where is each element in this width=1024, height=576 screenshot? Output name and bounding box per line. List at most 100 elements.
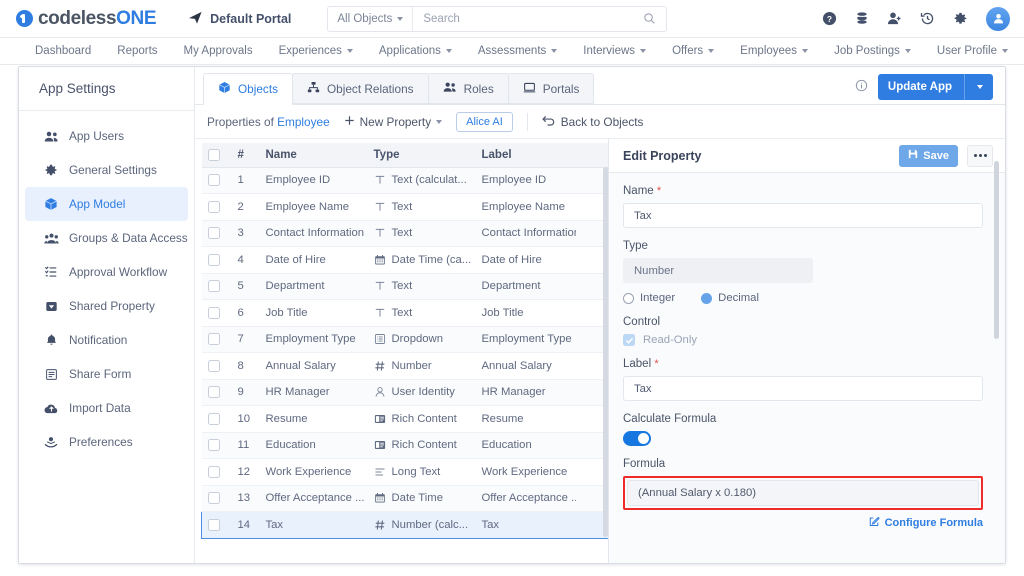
table-row[interactable]: 14 Tax Number (calc... Tax <box>201 511 609 539</box>
row-checkbox[interactable] <box>207 359 220 372</box>
brand-logo[interactable]: codelessONE <box>16 8 157 30</box>
row-select-cell[interactable] <box>201 326 232 353</box>
row-checkbox[interactable] <box>207 227 220 240</box>
help-icon[interactable]: ? <box>822 11 837 26</box>
row-checkbox[interactable] <box>207 200 220 213</box>
table-row[interactable]: 6 Job Title Text Job Title <box>201 299 609 327</box>
row-select-cell[interactable] <box>201 220 232 247</box>
table-row[interactable]: 12 Work Experience Long Text Work Experienc… <box>201 458 609 486</box>
search-scope-select[interactable]: All Objects <box>328 6 414 31</box>
menu-item-job-postings[interactable]: Job Postings <box>821 38 924 64</box>
new-property-button[interactable]: New Property <box>344 115 443 129</box>
tab-object-relations[interactable]: Object Relations <box>292 73 429 104</box>
history-icon[interactable] <box>920 11 935 26</box>
row-select-cell[interactable] <box>201 246 232 274</box>
edit-panel-scrollbar[interactable] <box>994 161 999 339</box>
sidebar-item-shared-property[interactable]: Shared Property <box>25 289 188 323</box>
update-app-button[interactable]: Update App <box>877 74 993 100</box>
chevron-down-icon[interactable] <box>977 85 983 89</box>
row-checkbox[interactable] <box>207 174 220 187</box>
row-select-cell[interactable] <box>201 193 232 221</box>
sidebar-item-general-settings[interactable]: General Settings <box>25 153 188 187</box>
save-button[interactable]: Save <box>899 144 958 167</box>
menu-item-my-approvals[interactable]: My Approvals <box>171 38 266 64</box>
back-to-objects-button[interactable]: Back to Objects <box>542 114 643 129</box>
table-row[interactable]: 5 Department Text Department <box>201 273 609 300</box>
menu-item-assessments[interactable]: Assessments <box>465 38 570 64</box>
row-select-cell[interactable] <box>201 458 232 486</box>
row-select-cell[interactable] <box>201 273 232 300</box>
tab-portals[interactable]: Portals <box>507 73 595 104</box>
row-select-cell[interactable] <box>201 485 232 512</box>
calculate-formula-toggle[interactable] <box>623 431 651 446</box>
tab-roles[interactable]: Roles <box>427 73 509 104</box>
search-icon[interactable] <box>643 12 666 25</box>
row-select-cell[interactable] <box>201 299 232 327</box>
gear-icon[interactable] <box>953 11 968 26</box>
table-row[interactable]: 1 Employee ID Text (calculat... Employee ID <box>201 167 609 194</box>
table-row[interactable]: 7 Employment Type Dropdown Employment Type <box>201 326 609 353</box>
row-select-cell[interactable] <box>201 167 232 194</box>
row-select-cell[interactable] <box>201 352 232 380</box>
menu-item-interviews[interactable]: Interviews <box>570 38 659 64</box>
row-checkbox[interactable] <box>207 280 220 293</box>
name-input[interactable]: Tax <box>623 203 983 228</box>
row-checkbox[interactable] <box>207 412 220 425</box>
sidebar-item-groups-data-access[interactable]: Groups & Data Access <box>25 221 188 255</box>
table-row[interactable]: 2 Employee Name Text Employee Name <box>201 193 609 221</box>
row-checkbox[interactable] <box>207 306 220 319</box>
table-row[interactable]: 11 Education Rich Content Education <box>201 432 609 459</box>
table-row[interactable]: 3 Contact Information Text Contact Informat… <box>201 220 609 247</box>
sidebar-item-notification[interactable]: Notification <box>25 323 188 357</box>
formula-input[interactable]: (Annual Salary x 0.180) <box>627 480 979 506</box>
table-row[interactable]: 8 Annual Salary Number Annual Salary <box>201 352 609 380</box>
row-select-cell[interactable] <box>201 511 232 539</box>
sidebar-item-app-model[interactable]: App Model <box>25 187 188 221</box>
add-user-icon[interactable] <box>887 11 902 26</box>
table-row[interactable]: 10 Resume Rich Content Resume <box>201 405 609 433</box>
table-row[interactable]: 13 Offer Acceptance ... Date Time Offer Acc… <box>201 485 609 512</box>
radio-decimal[interactable]: Decimal <box>701 292 759 304</box>
row-checkbox[interactable] <box>207 333 220 346</box>
row-checkbox[interactable] <box>208 518 220 531</box>
sidebar-item-approval-workflow[interactable]: Approval Workflow <box>25 255 188 289</box>
global-search[interactable]: All Objects Search <box>327 5 668 32</box>
info-icon[interactable] <box>855 79 868 95</box>
chevron-down-icon <box>640 49 647 53</box>
row-select-cell[interactable] <box>201 405 232 433</box>
row-select-cell[interactable] <box>201 432 232 459</box>
sidebar-item-share-form[interactable]: Share Form <box>25 357 188 391</box>
avatar[interactable] <box>986 6 1010 31</box>
radio-integer[interactable]: Integer <box>623 292 675 304</box>
row-select-cell[interactable] <box>201 379 232 406</box>
row-checkbox[interactable] <box>207 386 220 399</box>
menu-item-offers[interactable]: Offers <box>659 38 727 64</box>
alice-ai-button[interactable]: Alice AI <box>456 111 513 132</box>
sidebar-item-import-data[interactable]: Import Data <box>25 391 188 425</box>
menu-item-applications[interactable]: Applications <box>366 38 465 64</box>
sidebar-item-preferences[interactable]: Preferences <box>25 425 188 459</box>
label-input[interactable]: Tax <box>623 376 983 401</box>
sidebar-item-app-users[interactable]: App Users <box>25 119 188 153</box>
breadcrumb-object-link[interactable]: Employee <box>277 115 329 129</box>
more-options-button[interactable] <box>967 144 993 167</box>
text-icon <box>374 227 386 239</box>
menu-item-reports[interactable]: Reports <box>104 38 170 64</box>
select-all-checkbox[interactable] <box>207 148 220 161</box>
portal-selector[interactable]: Default Portal <box>188 10 291 28</box>
menu-item-employees[interactable]: Employees <box>727 38 821 64</box>
tab-objects[interactable]: Objects <box>203 73 293 105</box>
row-checkbox[interactable] <box>207 253 220 266</box>
table-row[interactable]: 9 HR Manager User Identity HR Manager <box>201 379 609 406</box>
search-input[interactable]: Search <box>413 13 643 25</box>
row-checkbox[interactable] <box>207 465 220 478</box>
menu-item-user-profile[interactable]: User Profile <box>924 38 1021 64</box>
database-icon[interactable] <box>855 11 869 26</box>
menu-item-dashboard[interactable]: Dashboard <box>22 38 104 64</box>
menu-item-experiences[interactable]: Experiences <box>266 38 366 64</box>
row-checkbox[interactable] <box>207 492 220 505</box>
row-checkbox[interactable] <box>207 439 220 452</box>
table-row[interactable]: 4 Date of Hire Date Time (ca... Date of Hir… <box>201 246 609 274</box>
readonly-checkbox-row[interactable]: Read-Only <box>623 334 983 346</box>
configure-formula-link[interactable]: Configure Formula <box>623 516 983 530</box>
